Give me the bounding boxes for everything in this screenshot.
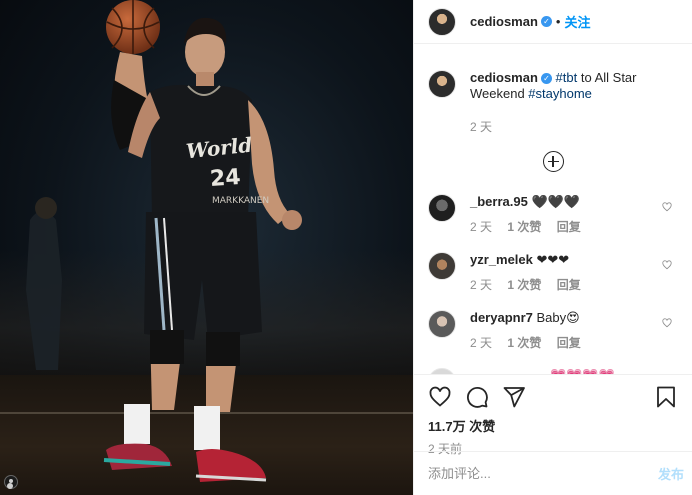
comment-like-heart-icon[interactable] [662,260,672,270]
comment-meta: 2 天 1 次赞 回复 [470,219,678,235]
comment-text: ❤❤❤ [536,252,570,267]
comment-time[interactable]: 2 天 [470,278,492,292]
comment-item: deryapnr7 Baby😍 2 天 1 次赞 回复 [414,310,692,368]
comment-list: _berra.95 🖤🖤🖤 2 天 1 次赞 回复 yzr_melek ❤❤❤ [414,194,692,374]
jersey-number: 24 [209,164,242,193]
post-actions: 11.7万 次赞 2 天前 [414,374,692,457]
comment-reply-button[interactable]: 回复 [557,336,581,350]
comment-item: _berra.95 🖤🖤🖤 2 天 1 次赞 回复 [414,194,692,252]
action-icons [428,385,678,409]
verified-badge-icon: ✓ [540,16,552,27]
like-count[interactable]: 11.7万 次赞 [428,416,678,435]
post-caption: cediosman ✓ #tbt to All Star Weekend #sta… [414,44,692,135]
commenter-avatar[interactable] [428,252,456,280]
heart-icon[interactable] [428,385,452,409]
caption-time[interactable]: 2 天 [470,120,492,134]
jersey-name: MARKKANEN [212,196,270,206]
share-icon[interactable] [502,385,526,409]
comment-text: Baby😍 [536,310,580,325]
hashtag-tbt[interactable]: #tbt [556,70,578,85]
load-more-comments[interactable] [414,151,692,172]
comment-text: 🖤🖤🖤 [531,194,581,209]
hashtag-stayhome[interactable]: #stayhome [528,86,592,101]
commenter-username[interactable]: _berra.95 [470,194,528,209]
basketball-player-illustration [26,0,302,482]
caption-text: cediosman ✓ #tbt to All Star Weekend #sta… [470,70,670,102]
comment-like-heart-icon[interactable] [662,318,672,328]
comment-time[interactable]: 2 天 [470,220,492,234]
comment-meta: 2 天 1 次赞 回复 [470,335,678,351]
comment-input[interactable] [428,466,658,481]
post-photo[interactable]: World 24 MARKKANEN [0,0,413,495]
caption-avatar[interactable] [428,70,456,98]
comment-reply-button[interactable]: 回复 [557,220,581,234]
commenter-username[interactable]: yzr_melek [470,252,533,267]
commenter-avatar[interactable] [428,310,456,338]
separator-dot: • [555,14,561,29]
comment-like-count[interactable]: 1 次赞 [507,278,541,292]
post-comment-button[interactable]: 发布 [658,464,684,483]
comment-time[interactable]: 2 天 [470,336,492,350]
commenter-avatar[interactable] [428,194,456,222]
tagged-user-icon[interactable] [4,475,18,489]
follow-button[interactable]: 关注 [564,12,590,31]
comment-icon[interactable] [465,385,489,409]
bookmark-icon[interactable] [654,385,678,409]
comment-reply-button[interactable]: 回复 [557,278,581,292]
author-username[interactable]: cediosman [470,14,538,29]
caption-verified-badge-icon: ✓ [540,73,552,84]
add-comment-bar: 发布 [414,451,692,495]
caption-meta: 2 天 [470,118,670,135]
author-avatar[interactable] [428,7,456,36]
comments-area[interactable]: cediosman ✓ #tbt to All Star Weekend #sta… [414,44,692,374]
comment-like-count[interactable]: 1 次赞 [507,220,541,234]
post-side-panel: cediosman ✓ • 关注 cediosman ✓ #tbt to All … [413,0,692,495]
plus-circle-icon[interactable] [542,151,564,172]
comment-meta: 2 天 1 次赞 回复 [470,277,678,293]
comment-like-heart-icon[interactable] [662,202,672,212]
comment-item: yzr_melek ❤❤❤ 2 天 1 次赞 回复 [414,252,692,310]
commenter-username[interactable]: deryapnr7 [470,310,533,325]
post-header: cediosman ✓ • 关注 [414,0,692,44]
caption-username[interactable]: cediosman [470,70,538,85]
comment-like-count[interactable]: 1 次赞 [507,336,541,350]
